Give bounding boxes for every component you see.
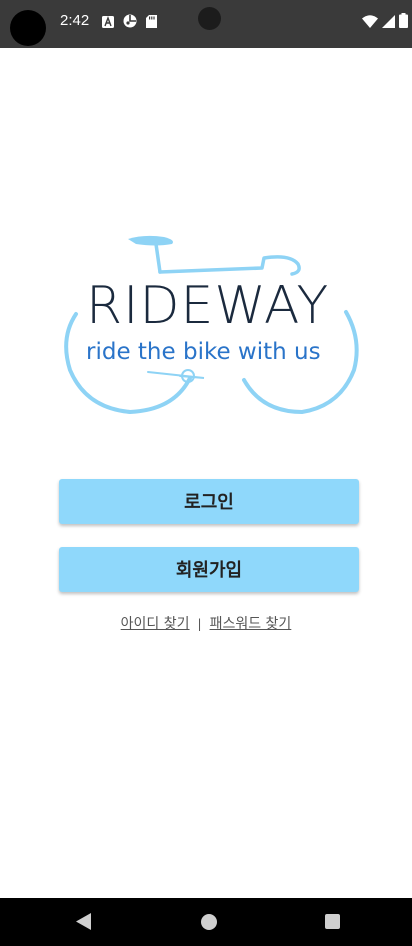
wifi-icon xyxy=(362,13,378,32)
logo-title: RIDEWAY xyxy=(86,276,330,336)
status-time: 2:42 xyxy=(60,12,90,29)
cell-signal-icon xyxy=(382,13,395,32)
home-icon[interactable] xyxy=(201,914,217,930)
battery-icon xyxy=(399,13,408,32)
find-id-link[interactable]: 아이디 찾기 xyxy=(121,616,190,632)
recents-icon[interactable] xyxy=(325,914,340,929)
login-screen: 2:42 RIDEWAY ride the bike with us 로그인 회… xyxy=(0,0,412,946)
find-password-link[interactable]: 패스워드 찾기 xyxy=(210,616,292,632)
logo-tagline: ride the bike with us xyxy=(86,339,321,365)
back-icon[interactable] xyxy=(76,913,91,934)
rideway-logo: RIDEWAY ride the bike with us xyxy=(56,230,366,420)
signup-button[interactable]: 회원가입 xyxy=(59,547,359,592)
status-icons-left xyxy=(102,13,157,32)
data-saver-icon xyxy=(123,13,137,32)
a-notification-icon xyxy=(102,13,114,32)
login-button[interactable]: 로그인 xyxy=(59,479,359,524)
system-nav-bar xyxy=(0,898,412,946)
status-icons-right xyxy=(362,13,408,32)
account-recovery-links: 아이디 찾기 | 패스워드 찾기 xyxy=(0,613,412,633)
sd-card-icon xyxy=(146,13,157,32)
link-separator: | xyxy=(197,617,202,631)
camera-overlay-dot xyxy=(10,10,46,46)
status-bar: 2:42 xyxy=(0,0,412,48)
front-camera-cutout xyxy=(198,7,221,30)
